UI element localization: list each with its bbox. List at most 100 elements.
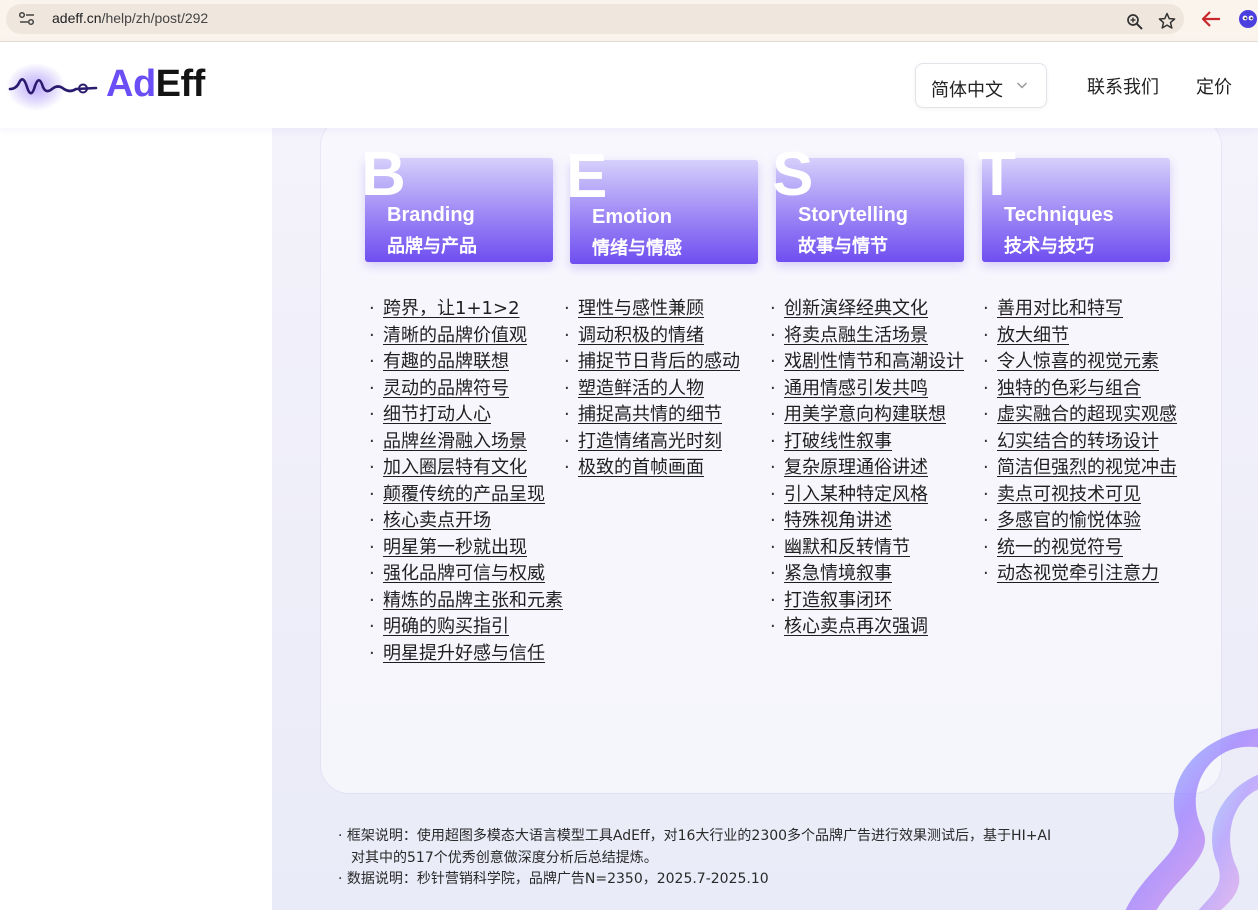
list-item[interactable]: · 明确的购买指引 [369, 612, 563, 639]
list-item-link[interactable]: 独特的色彩与组合 [997, 378, 1141, 399]
list-item-link[interactable]: 极致的首帧画面 [578, 457, 704, 478]
list-item[interactable]: · 善用对比和特写 [983, 294, 1177, 321]
list-item[interactable]: · 加入圈层特有文化 [369, 453, 563, 480]
list-item[interactable]: · 跨界，让1+1>2 [369, 294, 563, 321]
list-item-link[interactable]: 核心卖点开场 [383, 510, 491, 531]
list-item[interactable]: · 强化品牌可信与权威 [369, 559, 563, 586]
list-item[interactable]: · 明星第一秒就出现 [369, 533, 563, 560]
list-item[interactable]: · 创新演绎经典文化 [770, 294, 964, 321]
list-item[interactable]: · 紧急情境叙事 [770, 559, 964, 586]
list-item[interactable]: · 戏剧性情节和高潮设计 [770, 347, 964, 374]
list-item-link[interactable]: 统一的视觉符号 [997, 537, 1123, 558]
site-info-icon[interactable] [18, 11, 36, 27]
list-item-link[interactable]: 细节打动人心 [383, 404, 491, 425]
list-item-link[interactable]: 强化品牌可信与权威 [383, 563, 545, 584]
list-item-link[interactable]: 卖点可视技术可见 [997, 484, 1141, 505]
list-item-link[interactable]: 跨界，让1+1>2 [383, 298, 520, 319]
list-item-link[interactable]: 捕捉高共情的细节 [578, 404, 722, 425]
list-item-link[interactable]: 用美学意向构建联想 [784, 404, 946, 425]
list-item-link[interactable]: 复杂原理通俗讲述 [784, 457, 928, 478]
list-item[interactable]: · 捕捉高共情的细节 [564, 400, 740, 427]
list-item-link[interactable]: 清晰的品牌价值观 [383, 325, 527, 346]
list-item-link[interactable]: 理性与感性兼顾 [578, 298, 704, 319]
url-text[interactable]: adeff.cn/help/zh/post/292 [52, 10, 208, 26]
list-item-link[interactable]: 幽默和反转情节 [784, 537, 910, 558]
list-item-link[interactable]: 调动积极的情绪 [578, 325, 704, 346]
list-item[interactable]: · 明星提升好感与信任 [369, 639, 563, 666]
list-item-link[interactable]: 善用对比和特写 [997, 298, 1123, 319]
list-item[interactable]: · 精炼的品牌主张和元素 [369, 586, 563, 613]
list-item-link[interactable]: 打造情绪高光时刻 [578, 431, 722, 452]
list-item-link[interactable]: 明星第一秒就出现 [383, 537, 527, 558]
list-item[interactable]: · 细节打动人心 [369, 400, 563, 427]
list-item-link[interactable]: 品牌丝滑融入场景 [383, 431, 527, 452]
nav-contact-link[interactable]: 联系我们 [1087, 73, 1159, 99]
list-item-link[interactable]: 戏剧性情节和高潮设计 [784, 351, 964, 372]
list-item-link[interactable]: 引入某种特定风格 [784, 484, 928, 505]
back-arrow-icon[interactable] [1200, 9, 1222, 29]
list-item[interactable]: · 将卖点融生活场景 [770, 321, 964, 348]
list-item-link[interactable]: 颠覆传统的产品呈现 [383, 484, 545, 505]
list-item-link[interactable]: 动态视觉牵引注意力 [997, 563, 1159, 584]
list-item[interactable]: · 引入某种特定风格 [770, 480, 964, 507]
list-item[interactable]: · 塑造鲜活的人物 [564, 374, 740, 401]
list-item[interactable]: · 通用情感引发共鸣 [770, 374, 964, 401]
list-item-link[interactable]: 有趣的品牌联想 [383, 351, 509, 372]
list-item[interactable]: · 灵动的品牌符号 [369, 374, 563, 401]
nav-pricing-link[interactable]: 定价 [1196, 73, 1232, 99]
list-item[interactable]: · 理性与感性兼顾 [564, 294, 740, 321]
list-item-link[interactable]: 明确的购买指引 [383, 616, 509, 637]
list-item[interactable]: · 多感官的愉悦体验 [983, 506, 1177, 533]
logo-text[interactable]: AdEff [106, 63, 205, 106]
list-item-link[interactable]: 核心卖点再次强调 [784, 616, 928, 637]
list-item[interactable]: · 卖点可视技术可见 [983, 480, 1177, 507]
list-item[interactable]: · 捕捉节日背后的感动 [564, 347, 740, 374]
list-item-link[interactable]: 幻实结合的转场设计 [997, 431, 1159, 452]
list-item[interactable]: · 幽默和反转情节 [770, 533, 964, 560]
list-item-link[interactable]: 捕捉节日背后的感动 [578, 351, 740, 372]
list-item[interactable]: · 独特的色彩与组合 [983, 374, 1177, 401]
list-item-link[interactable]: 虚实融合的超现实观感 [997, 404, 1177, 425]
list-item[interactable]: · 统一的视觉符号 [983, 533, 1177, 560]
address-bar[interactable]: adeff.cn/help/zh/post/292 [6, 4, 1184, 34]
list-item[interactable]: · 打破线性叙事 [770, 427, 964, 454]
list-item-link[interactable]: 创新演绎经典文化 [784, 298, 928, 319]
list-item-link[interactable]: 特殊视角讲述 [784, 510, 892, 531]
list-item-link[interactable]: 通用情感引发共鸣 [784, 378, 928, 399]
list-item[interactable]: · 清晰的品牌价值观 [369, 321, 563, 348]
extension-icon[interactable] [1238, 9, 1258, 29]
list-item[interactable]: · 动态视觉牵引注意力 [983, 559, 1177, 586]
list-item-link[interactable]: 塑造鲜活的人物 [578, 378, 704, 399]
list-item-link[interactable]: 打造叙事闭环 [784, 590, 892, 611]
list-item[interactable]: · 复杂原理通俗讲述 [770, 453, 964, 480]
list-item-link[interactable]: 紧急情境叙事 [784, 563, 892, 584]
list-item[interactable]: · 幻实结合的转场设计 [983, 427, 1177, 454]
list-item[interactable]: · 用美学意向构建联想 [770, 400, 964, 427]
list-item[interactable]: · 调动积极的情绪 [564, 321, 740, 348]
list-item[interactable]: · 特殊视角讲述 [770, 506, 964, 533]
list-item[interactable]: · 极致的首帧画面 [564, 453, 740, 480]
list-item[interactable]: · 颠覆传统的产品呈现 [369, 480, 563, 507]
list-item[interactable]: · 虚实融合的超现实观感 [983, 400, 1177, 427]
list-item-link[interactable]: 打破线性叙事 [784, 431, 892, 452]
list-item[interactable]: · 简洁但强烈的视觉冲击 [983, 453, 1177, 480]
star-icon[interactable] [1158, 12, 1176, 30]
list-item-link[interactable]: 灵动的品牌符号 [383, 378, 509, 399]
list-item-link[interactable]: 放大细节 [997, 325, 1069, 346]
list-item-link[interactable]: 令人惊喜的视觉元素 [997, 351, 1159, 372]
language-select[interactable]: 简体中文 [915, 63, 1047, 108]
list-item-link[interactable]: 精炼的品牌主张和元素 [383, 590, 563, 611]
list-item-link[interactable]: 多感官的愉悦体验 [997, 510, 1141, 531]
list-item[interactable]: · 打造叙事闭环 [770, 586, 964, 613]
list-item-link[interactable]: 简洁但强烈的视觉冲击 [997, 457, 1177, 478]
logo-wave-icon[interactable] [6, 62, 98, 112]
list-item-link[interactable]: 明星提升好感与信任 [383, 643, 545, 664]
list-item[interactable]: · 核心卖点开场 [369, 506, 563, 533]
list-item[interactable]: · 放大细节 [983, 321, 1177, 348]
list-item[interactable]: · 品牌丝滑融入场景 [369, 427, 563, 454]
zoom-icon[interactable] [1126, 13, 1144, 31]
list-item[interactable]: · 打造情绪高光时刻 [564, 427, 740, 454]
list-item-link[interactable]: 加入圈层特有文化 [383, 457, 527, 478]
list-item[interactable]: · 有趣的品牌联想 [369, 347, 563, 374]
list-item[interactable]: · 核心卖点再次强调 [770, 612, 964, 639]
